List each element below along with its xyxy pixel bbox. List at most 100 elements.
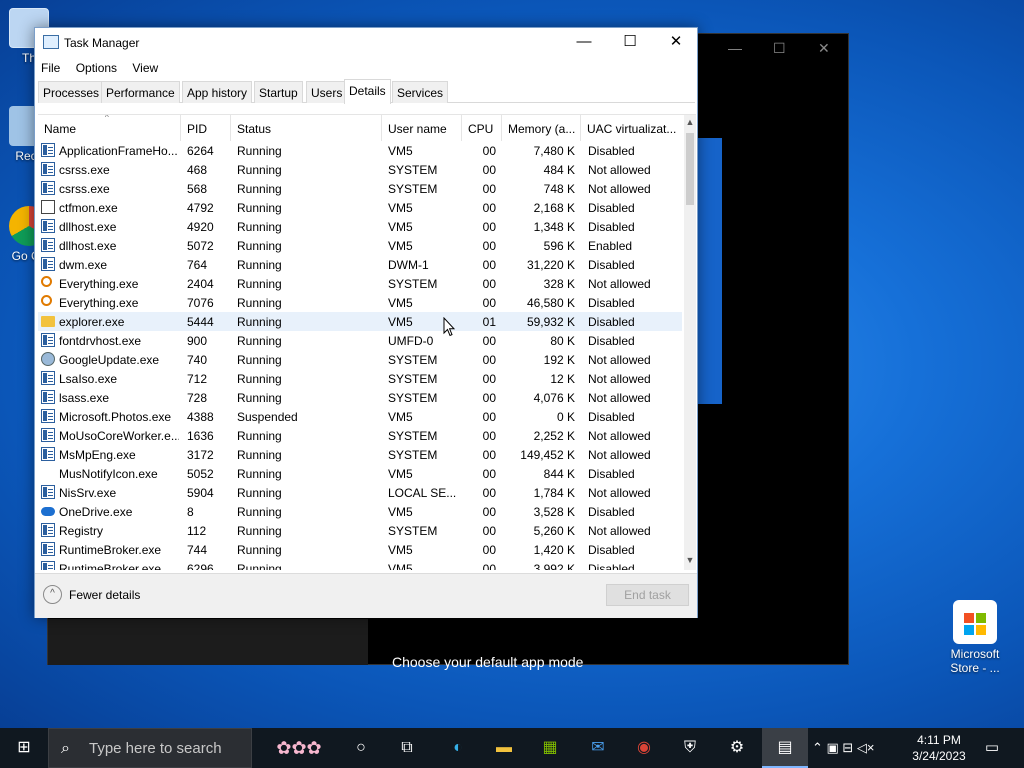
cell-user-name: SYSTEM [388,391,438,405]
cell-memory: 2,168 K [533,201,575,215]
desktop-icon-microsoft-store[interactable]: Microsoft Store - ... [938,600,1012,675]
table-row[interactable]: csrss.exe 568 Running SYSTEM 00 748 K Not allo… [38,179,682,198]
cell-memory: 12 K [550,372,575,386]
table-row[interactable]: Everything.exe 7076 Running VM5 00 46,580 K Di… [38,293,682,312]
title-bar[interactable]: Task Manager — ☐ ✕ [35,28,697,58]
mail-icon[interactable]: ✉ [576,728,620,768]
menu-options[interactable]: Options [70,58,123,75]
table-row[interactable]: dllhost.exe 5072 Running VM5 00 596 K Enabled [38,236,682,255]
column-header-pid[interactable]: PID [181,115,231,141]
bg-blue-panel [698,138,722,404]
cell-cpu: 00 [482,543,496,557]
process-app-icon [41,390,55,404]
table-row[interactable]: lsass.exe 728 Running SYSTEM 00 4,076 K Not al… [38,388,682,407]
cell-status: Running [237,182,282,196]
table-row[interactable]: MoUsoCoreWorker.e... 1636 Running SYSTEM 00 2… [38,426,682,445]
table-row[interactable]: dwm.exe 764 Running DWM-1 00 31,220 K Disabled [38,255,682,274]
search-box[interactable]: ⌕ Type here to search [48,728,252,768]
column-header-cpu[interactable]: CPU [462,115,502,141]
menu-file[interactable]: File [35,58,66,75]
file-explorer-icon[interactable]: ▬ [482,728,526,768]
bg-minimize-icon[interactable]: — [728,40,742,56]
cell-cpu: 00 [482,163,496,177]
table-row[interactable]: MsMpEng.exe 3172 Running SYSTEM 00 149,452 K N… [38,445,682,464]
cell-uac: Not allowed [588,448,651,462]
table-row[interactable]: ctfmon.exe 4792 Running VM5 00 2,168 K Disable… [38,198,682,217]
cortana-icon[interactable]: ○ [340,728,382,768]
blossom-icon[interactable]: ✿✿✿ [258,728,340,768]
edge-icon[interactable]: ◐ [436,728,480,768]
column-header-memory[interactable]: Memory (a... [502,115,581,141]
column-header-name[interactable]: Name [38,115,181,141]
table-row[interactable]: MusNotifyIcon.exe 5052 Running VM5 00 844 K Di… [38,464,682,483]
notification-icon[interactable]: ▭ [970,728,1014,768]
tab-details[interactable]: Details [344,79,391,104]
scroll-down-icon[interactable]: ▼ [684,555,696,565]
tab-app-history[interactable]: App history [182,81,253,103]
task-manager-icon[interactable]: ▤ [762,728,808,768]
cell-status: Running [237,201,282,215]
table-row[interactable]: ApplicationFrameHo... 6264 Running VM5 00 7,4… [38,141,682,160]
scroll-up-icon[interactable]: ▲ [684,117,696,127]
bg-close-icon[interactable]: ✕ [818,40,830,57]
clock[interactable]: 4:11 PM 3/24/2023 [910,732,968,764]
cell-status: Running [237,296,282,310]
column-header-status[interactable]: Status [231,115,382,141]
table-row[interactable]: fontdrvhost.exe 900 Running UMFD-0 00 80 K Dis… [38,331,682,350]
chrome-icon[interactable]: ◉ [622,728,666,768]
store-icon[interactable]: ▦ [528,728,572,768]
maximize-button[interactable]: ☐ [607,28,653,58]
cell-uac: Not allowed [588,163,651,177]
table-row[interactable]: LsaIso.exe 712 Running SYSTEM 00 12 K Not allo… [38,369,682,388]
cell-user-name: SYSTEM [388,182,438,196]
fewer-details-link[interactable]: Fewer details [69,588,140,602]
bg-maximize-icon[interactable]: ☐ [773,40,786,57]
table-row[interactable]: RuntimeBroker.exe 6296 Running VM5 00 3,992 K… [38,559,682,570]
scroll-thumb[interactable] [686,133,694,205]
details-table[interactable]: ^ Name PID Status User name CPU Memory (… [38,114,696,570]
table-row[interactable]: Microsoft.Photos.exe 4388 Suspended VM5 00 0 … [38,407,682,426]
tab-startup[interactable]: Startup [254,81,303,103]
cell-status: Running [237,277,282,291]
table-row[interactable]: csrss.exe 468 Running SYSTEM 00 484 K Not allo… [38,160,682,179]
tab-users[interactable]: Users [306,81,348,103]
cell-pid: 568 [187,182,208,196]
cell-uac: Not allowed [588,391,651,405]
table-row[interactable]: explorer.exe 5444 Running VM5 01 59,932 K Disa… [38,312,682,331]
process-cloud-icon [41,507,55,516]
cell-memory: 3,992 K [533,562,575,570]
security-shield-icon[interactable]: ⛨ [668,728,712,768]
table-row[interactable]: dllhost.exe 4920 Running VM5 00 1,348 K Disabl… [38,217,682,236]
table-row[interactable]: RuntimeBroker.exe 744 Running VM5 00 1,420 K D… [38,540,682,559]
cell-status: Running [237,486,282,500]
cell-memory: 46,580 K [526,296,575,310]
cell-uac: Disabled [588,505,635,519]
tab-processes[interactable]: Processes [38,81,105,103]
search-icon: ⌕ [61,740,70,757]
settings-gear-icon[interactable]: ⚙ [714,728,760,768]
column-header-uac[interactable]: UAC virtualizat... [581,115,682,141]
table-row[interactable]: GoogleUpdate.exe 740 Running SYSTEM 00 192 K N… [38,350,682,369]
cell-cpu: 00 [482,372,496,386]
tab-performance[interactable]: Performance [101,81,180,103]
minimize-button[interactable]: — [561,28,607,58]
column-header-user-name[interactable]: User name [382,115,462,141]
process-app-icon [41,371,55,385]
tab-services[interactable]: Services [392,81,449,103]
start-icon[interactable]: ⊞ [0,728,48,768]
table-row[interactable]: Everything.exe 2404 Running SYSTEM 00 328 K No… [38,274,682,293]
cell-status: Running [237,391,282,405]
end-task-button[interactable]: End task [606,584,689,606]
table-row[interactable]: Registry 112 Running SYSTEM 00 5,260 K Not all… [38,521,682,540]
chevron-up-icon[interactable]: ^ [43,585,62,604]
vertical-scrollbar[interactable]: ▲ ▼ [684,115,696,570]
system-tray[interactable]: ⌃ ▣ ⊟ ◁× [812,728,910,768]
task-view-icon[interactable]: ⧉ [386,728,428,768]
task-manager-window[interactable]: Task Manager — ☐ ✕ File Options View Pro… [34,27,698,618]
menu-view[interactable]: View [126,58,164,75]
table-row[interactable]: NisSrv.exe 5904 Running LOCAL SE... 00 1,784 … [38,483,682,502]
cell-cpu: 00 [482,239,496,253]
close-button[interactable]: ✕ [653,28,699,58]
table-row[interactable]: OneDrive.exe 8 Running VM5 00 3,528 K Disabled [38,502,682,521]
cell-uac: Disabled [588,543,635,557]
